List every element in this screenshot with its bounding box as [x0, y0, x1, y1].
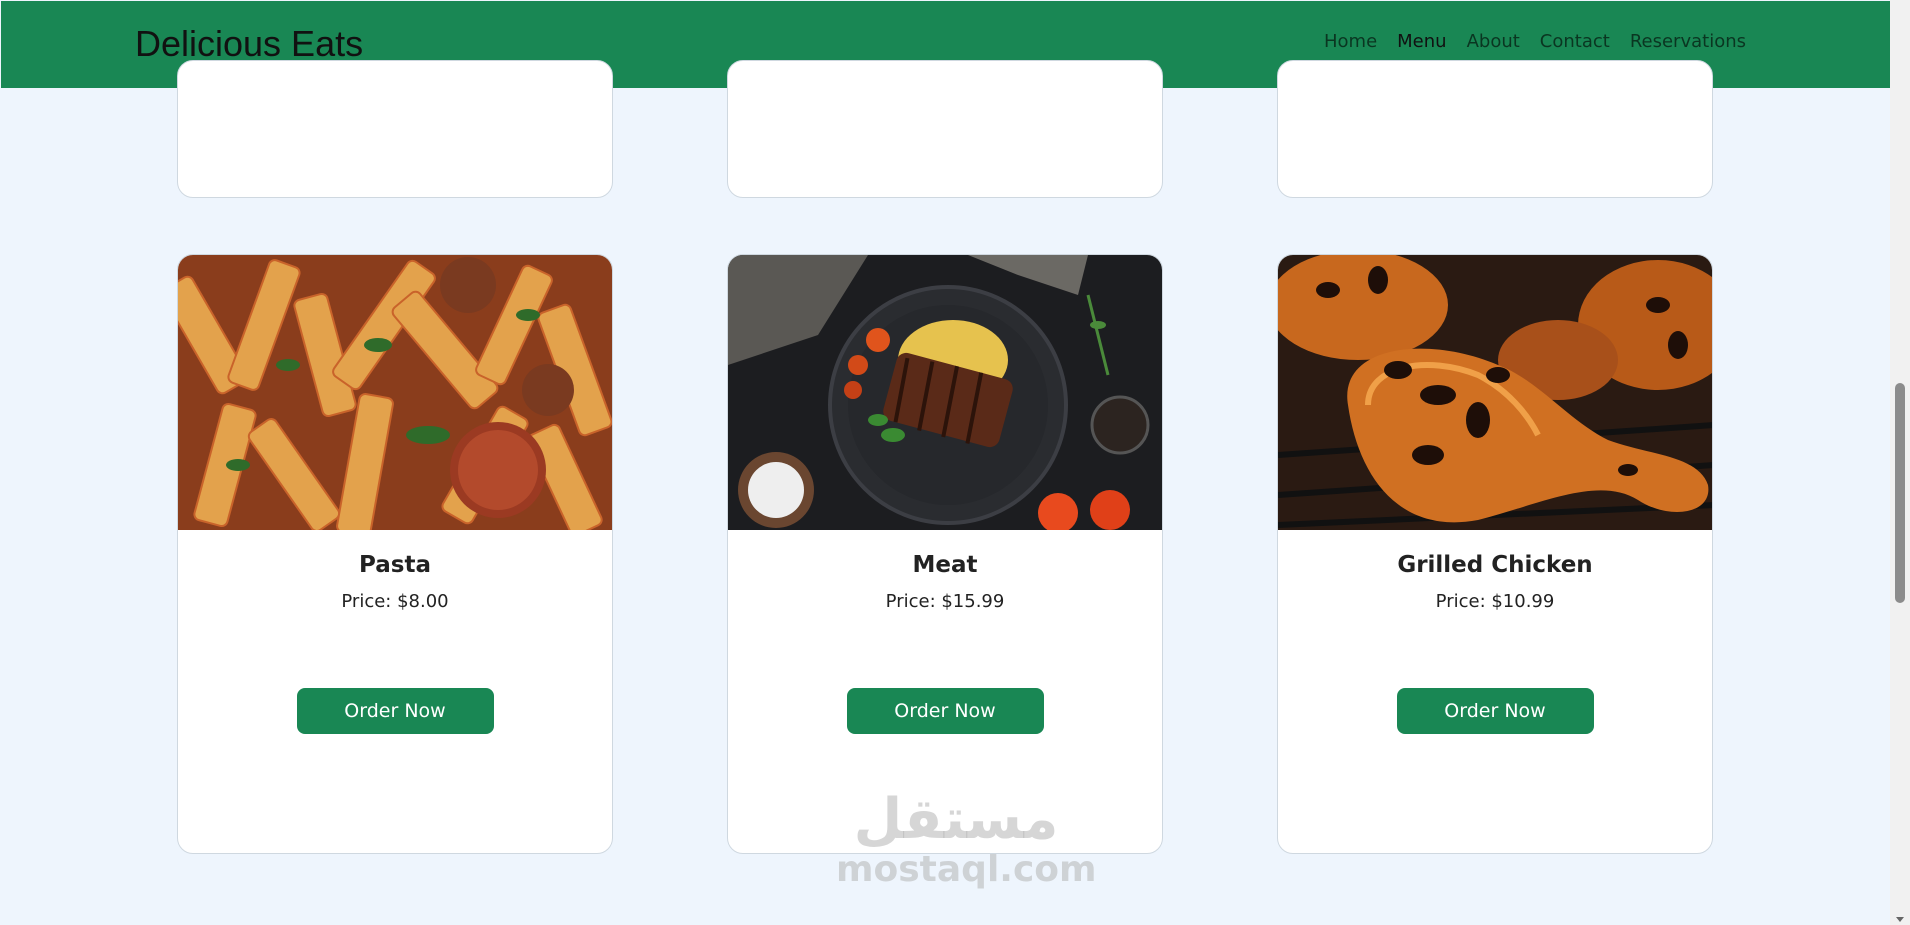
watermark-latin: mostaql.com: [836, 849, 1097, 890]
scrollbar-thumb[interactable]: [1895, 383, 1905, 603]
item-name: Meat: [912, 552, 978, 578]
item-name: Pasta: [359, 552, 431, 578]
nav-link-home[interactable]: Home: [1324, 31, 1377, 52]
order-now-button[interactable]: Order Now: [846, 688, 1044, 734]
nav-link-reservations[interactable]: Reservations: [1630, 31, 1746, 52]
grilled-chicken-image: [1278, 255, 1712, 530]
vertical-scrollbar[interactable]: [1890, 0, 1910, 925]
item-name: Grilled Chicken: [1397, 552, 1593, 578]
pasta-image: [178, 255, 612, 530]
menu-card-meat: Meat Price: $15.99 Order Now: [727, 254, 1163, 854]
item-price: Price: $10.99: [1435, 591, 1555, 612]
nav-link-menu[interactable]: Menu: [1397, 31, 1446, 52]
menu-card-previous: [1277, 60, 1713, 198]
item-price: Price: $8.00: [341, 591, 449, 612]
menu-card-previous: [727, 60, 1163, 198]
order-now-button[interactable]: Order Now: [296, 688, 494, 734]
scroll-down-arrow-icon[interactable]: [1896, 917, 1904, 922]
nav-link-contact[interactable]: Contact: [1540, 31, 1610, 52]
nav-link-about[interactable]: About: [1467, 31, 1520, 52]
item-price: Price: $15.99: [885, 591, 1005, 612]
order-now-button[interactable]: Order Now: [1396, 688, 1594, 734]
menu-card-previous: [177, 60, 613, 198]
meat-image: [728, 255, 1162, 530]
menu-card-pasta: Pasta Price: $8.00 Order Now: [177, 254, 613, 854]
nav-links: Home Menu About Contact Reservations: [1324, 31, 1746, 52]
watermark-arabic: مستقل: [853, 787, 1059, 852]
mostaql-watermark: مستقل mostaql.com: [836, 787, 1097, 890]
menu-card-grilled-chicken: Grilled Chicken Price: $10.99 Order Now: [1277, 254, 1713, 854]
